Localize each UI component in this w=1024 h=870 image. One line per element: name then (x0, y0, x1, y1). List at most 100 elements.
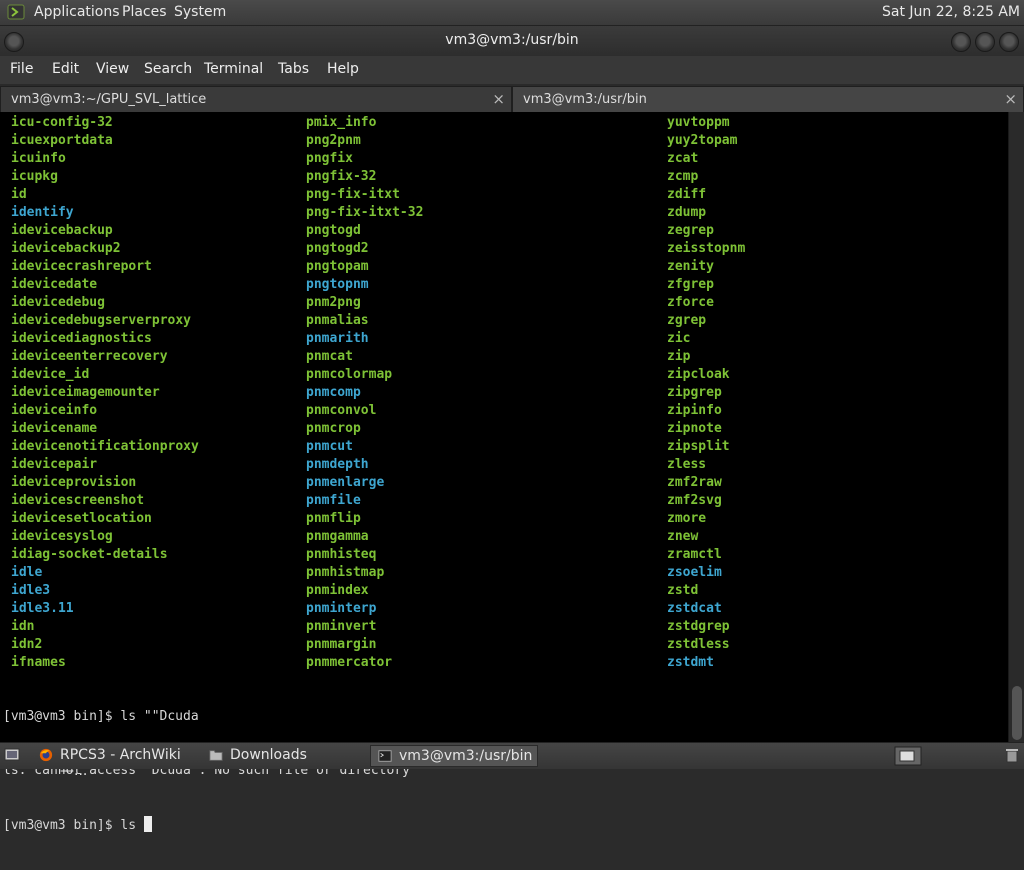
ls-entry: zless (667, 457, 707, 472)
ls-entry: idevicepair (11, 457, 98, 472)
ls-entry: zstd (667, 583, 699, 598)
ls-entry: zstdgrep (667, 619, 730, 634)
show-desktop-icon[interactable] (4, 747, 20, 763)
ls-entry: ideviceimagemounter (11, 385, 160, 400)
ls-entry: zcmp (667, 169, 699, 184)
task-downloads[interactable]: Downloads (202, 745, 368, 767)
clock[interactable]: Sat Jun 22, 8:25 AM (882, 4, 1020, 20)
ls-entry: idevicescreenshot (11, 493, 145, 508)
ls-entry: ideviceenterrecovery (11, 349, 168, 364)
ls-entry: zenity (667, 259, 714, 274)
ls-entry: pmix_info (306, 115, 377, 130)
ls-entry: pnmcut (306, 439, 353, 454)
ls-entry: pnmdepth (306, 457, 369, 472)
ls-entry: pnminvert (306, 619, 377, 634)
ls-entry: idevicenotificationproxy (11, 439, 199, 454)
ls-entry: zfgrep (667, 277, 714, 292)
ls-entry: pnmmercator (306, 655, 393, 670)
tab-close-icon[interactable]: × (492, 90, 505, 108)
ls-entry: zip (667, 349, 691, 364)
ls-entry: pnmgamma (306, 529, 369, 544)
tab-usr-bin[interactable]: vm3@vm3:/usr/bin × (512, 86, 1024, 112)
ls-entry: idn (11, 619, 35, 634)
places-menu[interactable]: Places (122, 4, 167, 20)
ls-entry: idevicediagnostics (11, 331, 152, 346)
ls-entry: pnmcat (306, 349, 353, 364)
task-firefox[interactable]: RPCS3 - ArchWiki —... (32, 745, 200, 779)
ls-entry: zeisstopnm (667, 241, 746, 256)
ls-entry: pnmindex (306, 583, 369, 598)
ls-entry: zramctl (667, 547, 722, 562)
menu-help[interactable]: Help (327, 61, 359, 77)
top-panel: Applications Places System Sat Jun 22, 8… (0, 0, 1024, 26)
ls-entry: idevicecrashreport (11, 259, 152, 274)
ls-entry: pnmarith (306, 331, 369, 346)
trash-icon[interactable] (1004, 747, 1020, 763)
applications-menu[interactable]: Applications (34, 4, 120, 20)
terminal-icon (378, 750, 392, 762)
ls-column-1: icu-config-32 icuexportdata icuinfo icupkg i… (11, 114, 199, 672)
ls-entry: idevicedebug (11, 295, 105, 310)
ls-entry: pngtopam (306, 259, 369, 274)
ls-entry: pngtogd2 (306, 241, 369, 256)
ls-entry: zipinfo (667, 403, 722, 418)
ls-entry: png2pnm (306, 133, 361, 148)
ls-entry: pngtopnm (306, 277, 369, 292)
ls-entry: idle3 (11, 583, 51, 598)
ls-entry: znew (667, 529, 699, 544)
ls-entry: zipcloak (667, 367, 730, 382)
ls-entry: zmore (667, 511, 707, 526)
scrollbar-thumb[interactable] (1012, 686, 1022, 740)
applications-menu-icon[interactable] (7, 4, 25, 20)
ls-entry: ifnames (11, 655, 66, 670)
ls-entry: icupkg (11, 169, 58, 184)
ls-entry: ideviceinfo (11, 403, 98, 418)
menu-view[interactable]: View (96, 61, 129, 77)
terminal-scrollbar[interactable] (1008, 112, 1024, 742)
ls-entry: pnmcomp (306, 385, 361, 400)
ls-entry: pnmcrop (306, 421, 361, 436)
ls-entry: zdiff (667, 187, 707, 202)
ls-entry: yuvtoppm (667, 115, 730, 130)
ls-entry: icuexportdata (11, 133, 113, 148)
ls-entry: zipsplit (667, 439, 730, 454)
terminal-output[interactable]: icu-config-32 icuexportdata icuinfo icupkg i… (0, 112, 1008, 833)
ls-entry: pnmfile (306, 493, 361, 508)
ls-entry: pnminterp (306, 601, 377, 616)
ls-entry: pnmenlarge (306, 475, 385, 490)
minimize-button[interactable] (951, 32, 971, 52)
tab-label: vm3@vm3:/usr/bin (523, 92, 647, 107)
maximize-button[interactable] (975, 32, 995, 52)
ls-entry: idiag-socket-details (11, 547, 168, 562)
tab-bar: vm3@vm3:~/GPU_SVL_lattice × vm3@vm3:/usr… (0, 84, 1024, 112)
close-button[interactable] (999, 32, 1019, 52)
folder-icon (209, 750, 223, 761)
tab-gpu-svl-lattice[interactable]: vm3@vm3:~/GPU_SVL_lattice × (0, 86, 512, 112)
menubar: File Edit View Search Terminal Tabs Help (0, 56, 1024, 84)
cursor (143, 816, 152, 832)
prompt-text: [vm3@vm3 bin]$ ls (3, 818, 144, 833)
ls-entry: idevice_id (11, 367, 90, 382)
menu-file[interactable]: File (10, 61, 33, 77)
menu-edit[interactable]: Edit (52, 61, 79, 77)
ls-entry: pnmhistmap (306, 565, 385, 580)
task-terminal[interactable]: vm3@vm3:/usr/bin (370, 745, 538, 767)
ls-entry: zmf2raw (667, 475, 722, 490)
window-titlebar[interactable]: vm3@vm3:/usr/bin (0, 26, 1024, 56)
ls-entry: pnmconvol (306, 403, 377, 418)
menu-tabs[interactable]: Tabs (278, 61, 309, 77)
ls-entry: pnmmargin (306, 637, 377, 652)
ls-entry: ideviceprovision (11, 475, 137, 490)
ls-entry: zegrep (667, 223, 714, 238)
ls-column-2: pmix_info png2pnm pngfix pngfix-32 png-fix-i… (306, 114, 423, 672)
ls-entry: zipnote (667, 421, 722, 436)
menu-terminal[interactable]: Terminal (204, 61, 263, 77)
ls-entry: idle3.11 (11, 601, 74, 616)
tab-close-icon[interactable]: × (1004, 90, 1017, 108)
workspace-switcher-icon[interactable] (894, 746, 922, 766)
ls-entry: idevicesyslog (11, 529, 113, 544)
system-menu[interactable]: System (174, 4, 226, 20)
ls-entry: idevicedebugserverproxy (11, 313, 192, 328)
ls-entry: zipgrep (667, 385, 722, 400)
menu-search[interactable]: Search (144, 61, 192, 77)
